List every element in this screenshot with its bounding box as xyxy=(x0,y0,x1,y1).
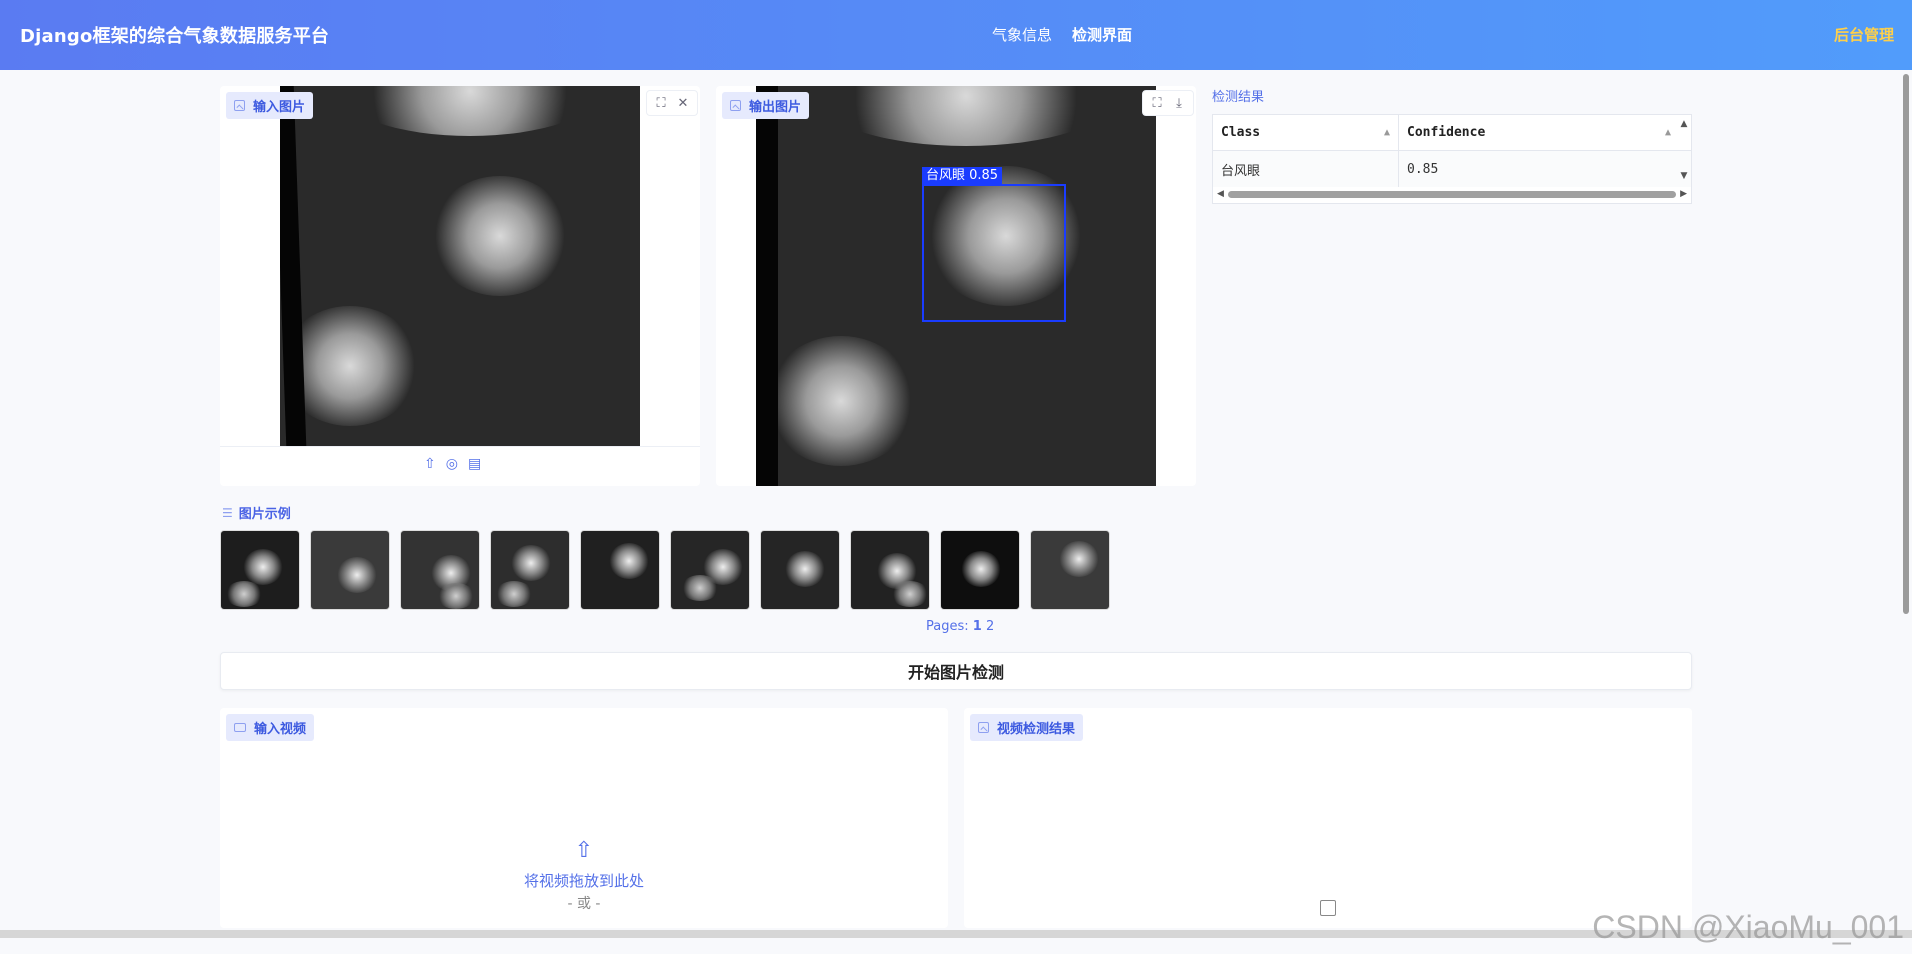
scroll-up-icon[interactable]: ▲ xyxy=(1681,119,1688,129)
nav-weather-info[interactable]: 气象信息 xyxy=(992,24,1052,45)
admin-link[interactable]: 后台管理 xyxy=(1834,24,1894,45)
example-thumbnail[interactable] xyxy=(670,530,750,610)
video-icon xyxy=(234,723,246,732)
sort-icon[interactable]: ▲ xyxy=(1384,127,1390,138)
video-output-label: 视频检测结果 xyxy=(970,714,1084,741)
fullscreen-icon[interactable]: ⛶ xyxy=(651,93,671,113)
table-vertical-scrollbar[interactable]: ▲ ▼ xyxy=(1677,115,1691,185)
upload-icon: ⇧ xyxy=(574,838,594,863)
input-image-label: 输入图片 xyxy=(226,92,314,119)
output-image: 台风眼 0.85 xyxy=(756,86,1156,486)
scroll-down-icon[interactable]: ▼ xyxy=(1681,171,1688,181)
detection-box-label: 台风眼 0.85 xyxy=(922,167,1003,185)
example-thumbnail[interactable] xyxy=(1030,530,1110,610)
examples-title: ☰ 图片示例 xyxy=(222,505,291,523)
page-vertical-scrollbar[interactable] xyxy=(1900,70,1912,614)
image-placeholder-icon xyxy=(1320,900,1336,916)
example-thumbnail[interactable] xyxy=(490,530,570,610)
top-header: Django框架的综合气象数据服务平台 气象信息 检测界面 后台管理 xyxy=(0,0,1912,70)
video-output-panel: 视频检测结果 xyxy=(964,708,1692,928)
example-thumbnail[interactable] xyxy=(940,530,1020,610)
video-input-label: 输入视频 xyxy=(226,714,315,741)
input-image xyxy=(280,86,640,446)
scroll-left-icon[interactable]: ◀ xyxy=(1217,189,1224,199)
watermark: CSDN @XiaoMu_001 xyxy=(1592,909,1904,945)
fullscreen-icon[interactable]: ⛶ xyxy=(1147,93,1167,113)
table-header: Class ▲ Confidence ▲ xyxy=(1213,115,1691,151)
upload-icon[interactable]: ⇧ xyxy=(424,456,436,472)
input-image-panel: 输入图片 ⛶ ✕ ⇧ ◎ ▤ xyxy=(220,86,700,486)
image-icon xyxy=(234,100,245,111)
table-horizontal-scrollbar[interactable]: ◀ ▶ xyxy=(1213,185,1691,203)
page-2[interactable]: 2 xyxy=(986,619,994,634)
output-image-label: 输出图片 xyxy=(722,92,810,119)
example-thumbnail[interactable] xyxy=(400,530,480,610)
sort-icon[interactable]: ▲ xyxy=(1665,127,1671,138)
main-nav: 气象信息 检测界面 xyxy=(992,24,1132,45)
example-thumbnail[interactable] xyxy=(850,530,930,610)
video-input-panel: 输入视频 ⇧ 将视频拖放到此处 - 或 - xyxy=(220,708,948,928)
example-thumbnail[interactable] xyxy=(310,530,390,610)
results-table: Class ▲ Confidence ▲ 台风眼 0.85 ◀ ▶ ▲ ▼ xyxy=(1212,114,1692,204)
close-icon[interactable]: ✕ xyxy=(673,93,693,113)
output-image-panel: 台风眼 0.85 输出图片 ⛶ ⤓ xyxy=(716,86,1196,486)
clipboard-icon[interactable]: ▤ xyxy=(468,456,481,472)
example-thumbnail[interactable] xyxy=(760,530,840,610)
start-image-detection-button[interactable]: 开始图片检测 xyxy=(220,652,1692,690)
column-header-class[interactable]: Class ▲ xyxy=(1213,115,1399,150)
example-thumbnail[interactable] xyxy=(220,530,300,610)
nav-detection[interactable]: 检测界面 xyxy=(1072,24,1132,45)
video-dropzone[interactable]: ⇧ 将视频拖放到此处 - 或 - xyxy=(220,840,948,913)
cell-class: 台风眼 xyxy=(1213,151,1399,187)
list-icon: ☰ xyxy=(222,505,233,520)
output-image-toolbar: ⛶ ⤓ xyxy=(1142,90,1194,116)
image-icon xyxy=(978,722,989,733)
example-thumbnail[interactable] xyxy=(580,530,660,610)
input-source-actions: ⇧ ◎ ▤ xyxy=(424,456,481,472)
cell-confidence: 0.85 xyxy=(1407,161,1439,177)
input-image-toolbar: ⛶ ✕ xyxy=(646,90,698,116)
app-title: Django框架的综合气象数据服务平台 xyxy=(20,26,330,47)
pagination: Pages: 1 2 xyxy=(926,619,995,634)
table-row: 台风眼 0.85 xyxy=(1213,151,1691,187)
webcam-icon[interactable]: ◎ xyxy=(446,456,458,472)
scroll-right-icon[interactable]: ▶ xyxy=(1680,189,1687,199)
results-title: 检测结果 xyxy=(1212,90,1265,105)
column-header-confidence[interactable]: Confidence ▲ xyxy=(1399,115,1679,150)
dropzone-text: 将视频拖放到此处 xyxy=(523,872,644,890)
image-icon xyxy=(730,100,741,111)
example-thumbnails xyxy=(220,530,1110,610)
detection-box xyxy=(922,184,1066,322)
dropzone-or: - 或 - xyxy=(567,896,601,912)
page-1[interactable]: 1 xyxy=(973,619,982,634)
download-icon[interactable]: ⤓ xyxy=(1169,93,1189,113)
